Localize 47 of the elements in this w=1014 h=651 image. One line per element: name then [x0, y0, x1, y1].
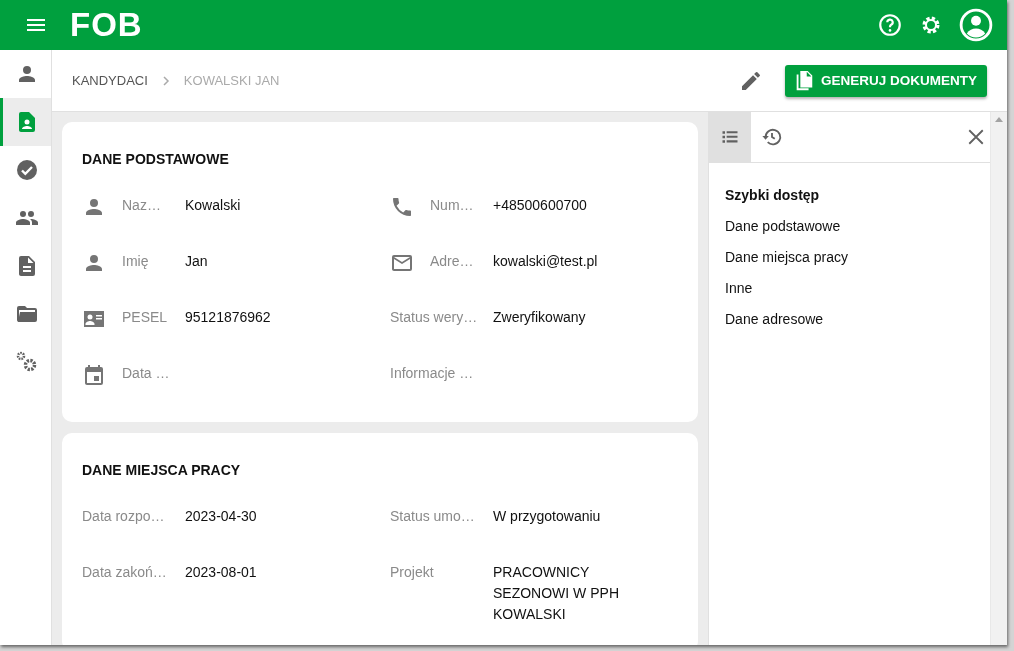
quick-access-link[interactable]: Dane podstawowe [725, 218, 841, 234]
quick-access-link[interactable]: Inne [725, 280, 753, 296]
quick-access-link[interactable]: Dane miejsca pracy [725, 249, 848, 265]
field-value: Jan [185, 252, 209, 271]
field-value: +48500600700 [493, 196, 588, 215]
field-value: 95121876962 [185, 308, 272, 327]
field-label: Adre… [430, 252, 475, 271]
scrollbar[interactable] [990, 112, 1007, 645]
field-label: Status wery… [390, 308, 479, 327]
account-button[interactable] [959, 8, 993, 42]
panel-heading: Szybki dostęp [725, 187, 821, 203]
field-label: Imię [122, 252, 150, 271]
sidebar-item[interactable] [0, 98, 51, 146]
check-circle-icon [15, 158, 39, 182]
field-value: Zweryfikowany [493, 308, 587, 327]
field-label: Status umo… [390, 507, 476, 526]
breadcrumb-link[interactable]: KANDYDACI [72, 73, 148, 88]
history-icon [761, 126, 783, 148]
field-value: Kowalski [185, 196, 242, 215]
logo: FOB [70, 6, 143, 44]
calendar-icon [82, 363, 106, 387]
field-label: Projekt [390, 563, 435, 582]
close-button[interactable] [967, 128, 985, 146]
field-label: Data zakoń… [82, 563, 168, 582]
field-value: 2023-08-01 [185, 563, 258, 582]
field-value: PRACOWNICY SEZONOWI W PPH KOWALSKI [493, 563, 620, 624]
field-label: Num… [430, 196, 475, 215]
field-label: Data rozpo… [82, 507, 166, 526]
field-value: kowalski@test.pl [493, 252, 599, 271]
field-value: W przygotowaniu [493, 507, 602, 526]
section-title: DANE PODSTAWOWE [82, 151, 230, 167]
help-button[interactable] [877, 12, 903, 38]
breadcrumb-current: KOWALSKI JAN [183, 73, 280, 88]
phone-icon [390, 195, 414, 219]
close-icon [967, 128, 985, 146]
field-label: PESEL [122, 308, 169, 327]
gears-icon [15, 350, 39, 374]
help-icon [877, 12, 903, 38]
field-label: Informacje … [390, 364, 475, 383]
section-title: DANE MIEJSCA PRACY [82, 462, 242, 478]
account-icon [959, 8, 993, 42]
scroll-up-icon [995, 117, 1003, 122]
field-value: 2023-04-30 [185, 507, 258, 526]
panel-tab[interactable] [709, 112, 751, 162]
quick-access-link[interactable]: Dane adresowe [725, 311, 824, 327]
field-label: Data … [122, 364, 171, 383]
field-label: Naz… [122, 196, 162, 215]
